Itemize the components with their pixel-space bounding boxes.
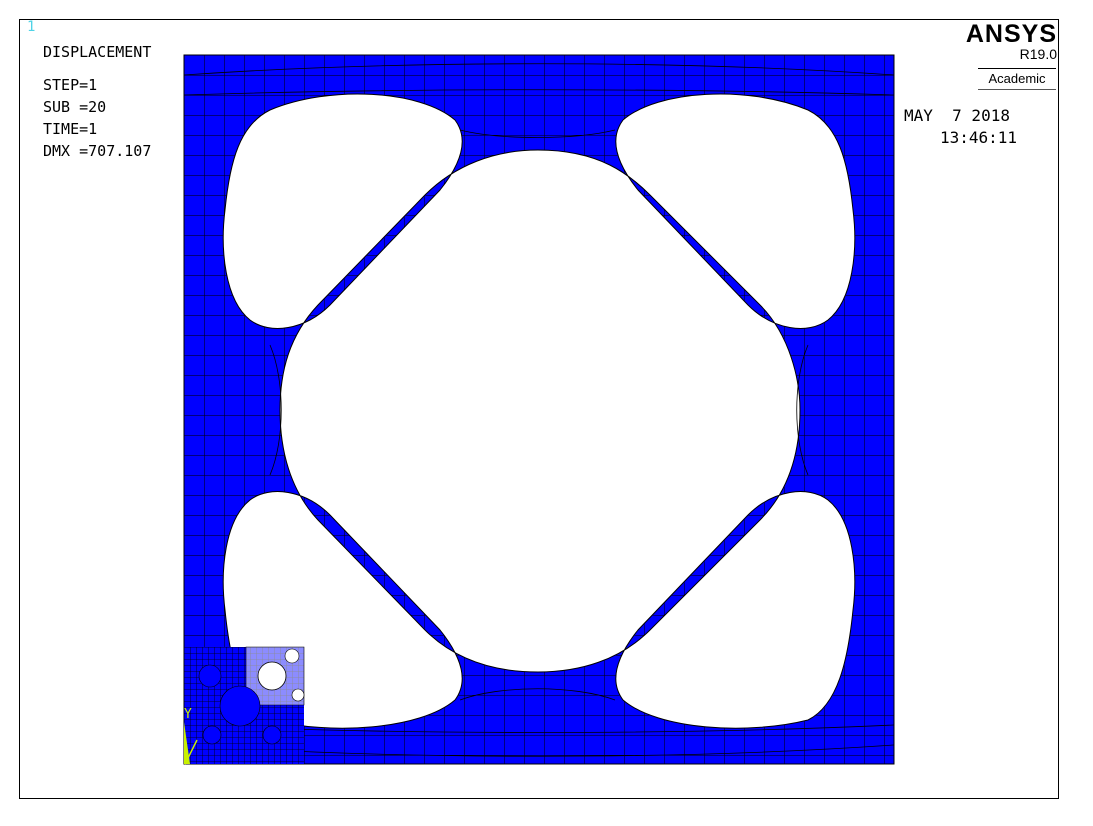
triad-y-label: Y: [184, 707, 192, 722]
mesh-plot[interactable]: Y: [0, 0, 1093, 826]
undeformed-shape-inset: [184, 646, 305, 764]
